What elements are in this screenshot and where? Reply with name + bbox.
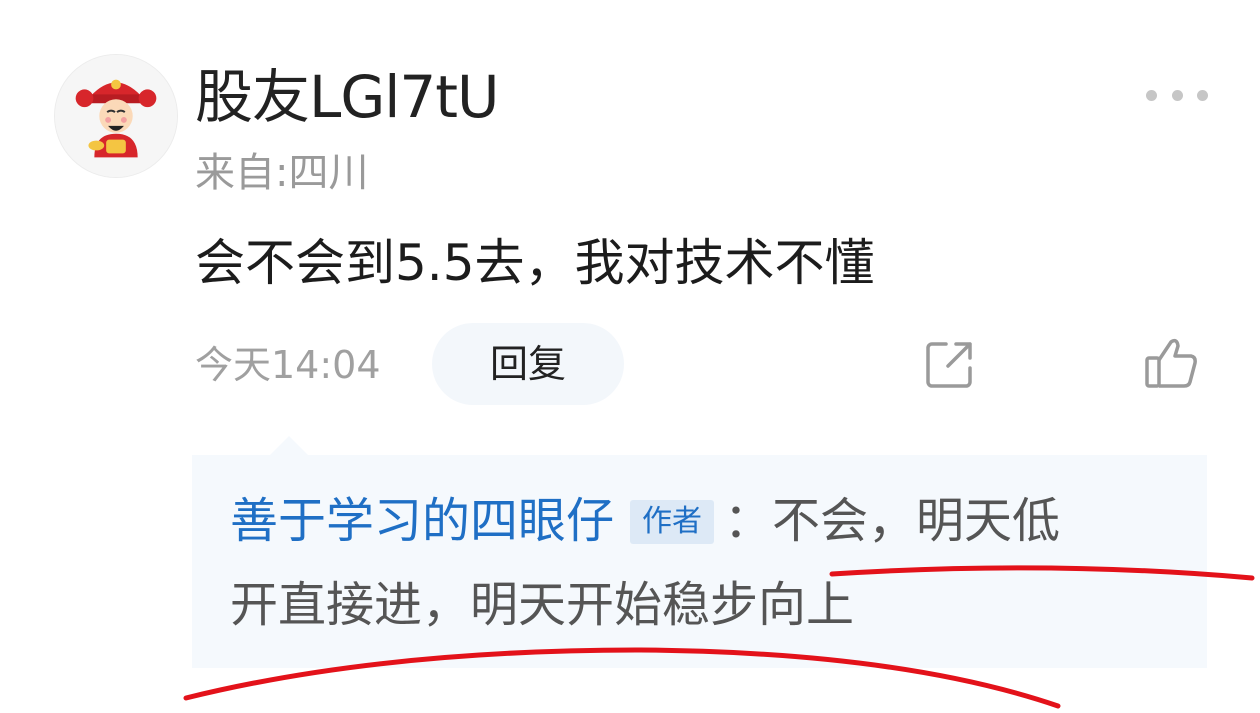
username[interactable]: 股友LGl7tU <box>195 62 499 132</box>
dot <box>1146 89 1157 101</box>
caishen-avatar-icon <box>55 55 177 177</box>
user-location: 来自:四川 <box>195 150 369 196</box>
dot <box>1197 89 1208 101</box>
reply-box-pointer <box>269 436 309 456</box>
thumbs-up-icon[interactable] <box>1143 336 1199 390</box>
more-dots-icon[interactable] <box>1146 80 1208 110</box>
share-icon[interactable] <box>924 338 976 390</box>
reply-text-part-2: 开直接进，明天开始稳步向上 <box>230 577 855 633</box>
dot <box>1171 89 1183 101</box>
reply-line-1: 善于学习的四眼仔 作者 ：不会，明天低 <box>230 489 1060 553</box>
reply-button[interactable]: 回复 <box>432 323 624 405</box>
author-badge: 作者 <box>630 500 715 544</box>
avatar[interactable] <box>54 54 178 178</box>
comment-time: 今天14:04 <box>195 343 381 387</box>
reply-text-part-1: ：不会，明天低 <box>724 493 1061 549</box>
author-reply-box: 善于学习的四眼仔 作者 ：不会，明天低 开直接进，明天开始稳步向上 <box>192 455 1207 668</box>
reply-author-name[interactable]: 善于学习的四眼仔 <box>230 493 614 549</box>
comment-text: 会不会到5.5去，我对技术不懂 <box>195 234 875 292</box>
